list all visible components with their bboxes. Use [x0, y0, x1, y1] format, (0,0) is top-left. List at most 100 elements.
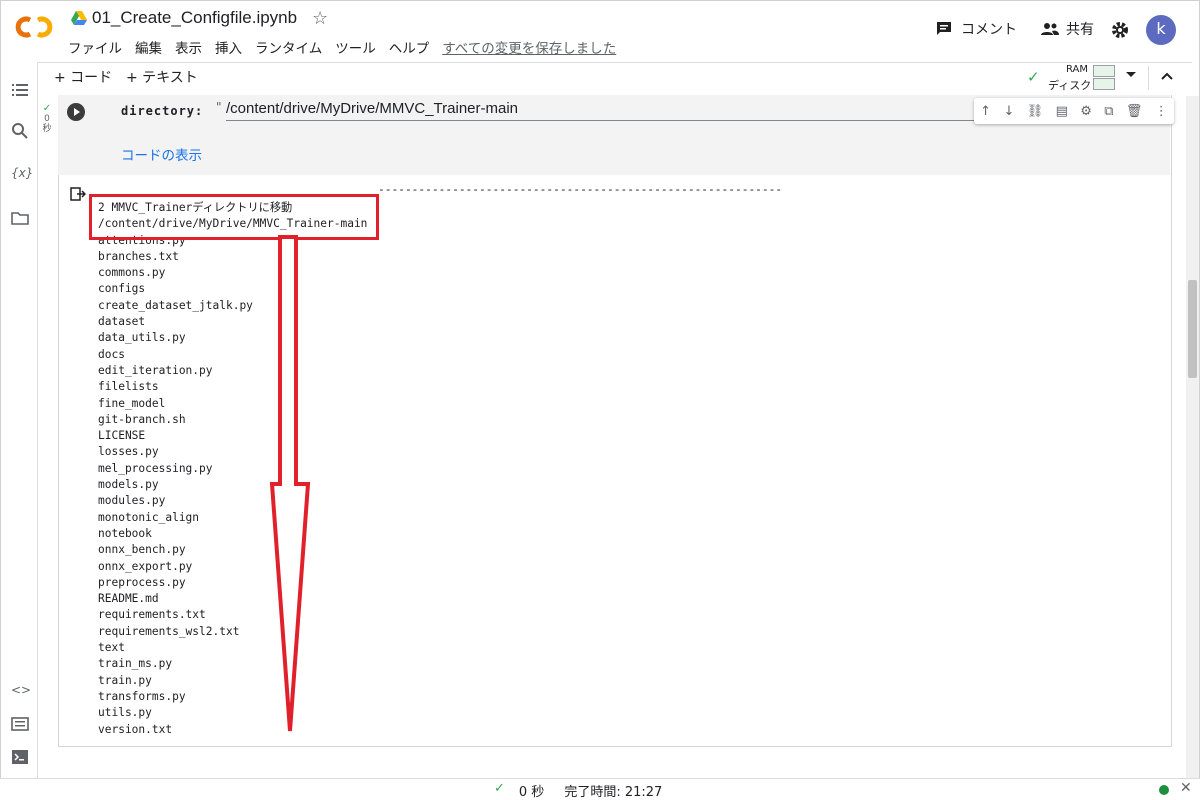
chevron-up-icon[interactable]	[1161, 72, 1173, 80]
more-vert-icon[interactable]: ⋮	[1155, 104, 1168, 119]
add-text-button[interactable]: + テキスト	[126, 67, 198, 87]
output-line: notebook	[98, 526, 152, 540]
move-up-icon[interactable]: ↑	[980, 104, 991, 119]
output-line: requirements.txt	[98, 608, 206, 622]
code-snippets-icon[interactable]: <>	[11, 683, 31, 701]
output-line: filelists	[98, 380, 159, 394]
status-completed: 完了時間: 21:27	[564, 785, 663, 800]
comment-button[interactable]: コメント	[935, 19, 1017, 39]
folder-icon[interactable]	[11, 209, 29, 227]
scrollbar-thumb[interactable]	[1188, 280, 1197, 378]
menu-edit[interactable]: 編集	[135, 37, 162, 57]
add-code-button[interactable]: + コード	[54, 67, 112, 87]
cell-output: 2 MMVC_Trainerディレクトリに移動/content/drive/My…	[98, 200, 367, 738]
output-line: edit_iteration.py	[98, 363, 213, 377]
colab-logo[interactable]	[14, 12, 54, 42]
down-arrow-annotation	[269, 235, 311, 732]
cell-action-toolbar: ↑ ↓ ⛓ ▤ ⚙ ⧉ 🗑 ⋮	[974, 98, 1174, 124]
output-line: text	[98, 641, 125, 655]
drive-icon[interactable]	[71, 11, 87, 25]
run-cell-button[interactable]	[67, 103, 85, 121]
table-of-contents-icon[interactable]	[11, 81, 29, 99]
output-line: create_dataset_jtalk.py	[98, 298, 253, 312]
output-line: LICENSE	[98, 429, 146, 443]
people-icon	[1041, 23, 1059, 35]
output-line: train.py	[98, 673, 152, 687]
search-icon[interactable]	[11, 122, 29, 140]
output-line: README.md	[98, 592, 159, 606]
menu-runtime[interactable]: ランタイム	[255, 37, 322, 57]
save-status-link[interactable]: すべての変更を保存しました	[442, 37, 616, 57]
status-check-icon: ✓	[494, 781, 505, 796]
menu-tools[interactable]: ツール	[335, 37, 376, 57]
output-line: fine_model	[98, 396, 166, 410]
menu-help[interactable]: ヘルプ	[389, 37, 430, 57]
mirror-cell-icon[interactable]: ⧉	[1104, 104, 1113, 119]
output-line: version.txt	[98, 722, 173, 736]
output-separator: ----------------------------------------…	[378, 183, 783, 196]
menu-insert[interactable]: 挿入	[215, 37, 242, 57]
status-elapsed: 0 秒	[518, 785, 545, 800]
param-quote-mark: "	[216, 100, 222, 114]
comment-icon	[937, 22, 951, 35]
toolbar-divider	[37, 62, 1192, 63]
comment-label: コメント	[961, 22, 1017, 38]
highlight-box	[89, 194, 379, 240]
comment-cell-icon[interactable]: ▤	[1056, 104, 1068, 119]
output-line: docs	[98, 347, 125, 361]
output-line: train_ms.py	[98, 657, 173, 671]
link-icon[interactable]: ⛓	[1027, 104, 1044, 119]
output-icon[interactable]	[70, 187, 86, 201]
menu-file[interactable]: ファイル	[68, 37, 122, 57]
output-line: configs	[98, 282, 146, 296]
share-label: 共有	[1066, 22, 1094, 38]
status-info[interactable]: ✓ 0 秒 完了時間: 21:27	[494, 781, 662, 800]
terminal-icon[interactable]	[11, 748, 29, 766]
connection-status-dot[interactable]	[1159, 785, 1169, 795]
output-line: onnx_bench.py	[98, 543, 186, 557]
output-line: losses.py	[98, 445, 159, 459]
disk-label: ディスク	[1048, 79, 1092, 92]
delete-icon[interactable]: 🗑	[1126, 104, 1143, 119]
notebook-title[interactable]: 01_Create_Configfile.ipynb	[92, 8, 297, 28]
output-line: transforms.py	[98, 689, 186, 703]
menu-view[interactable]: 表示	[175, 37, 202, 57]
ram-bar	[1093, 65, 1115, 77]
cell-settings-icon[interactable]: ⚙	[1080, 104, 1092, 119]
output-line: git-branch.sh	[98, 412, 186, 426]
gear-icon[interactable]	[1111, 21, 1129, 39]
output-line: commons.py	[98, 266, 166, 280]
share-button[interactable]: 共有	[1040, 19, 1094, 39]
output-line: mel_processing.py	[98, 461, 213, 475]
status-bar: ✓ 0 秒 完了時間: 21:27 ✕	[0, 778, 1200, 800]
output-line: utils.py	[98, 706, 152, 720]
output-line: branches.txt	[98, 249, 179, 263]
variables-icon[interactable]: {x}	[11, 166, 33, 184]
disk-bar	[1093, 78, 1115, 90]
chevron-down-icon[interactable]	[1126, 72, 1136, 77]
resource-indicator[interactable]: ✓ RAM ディスク	[1027, 64, 1120, 92]
move-down-icon[interactable]: ↓	[1003, 104, 1014, 119]
param-label: directory:	[121, 104, 204, 118]
left-sidebar: {x} <>	[0, 63, 38, 778]
show-code-link[interactable]: コードの表示	[121, 144, 202, 164]
toolbar-separator	[1148, 66, 1149, 90]
output-line: dataset	[98, 315, 146, 329]
connected-check-icon: ✓	[1027, 68, 1040, 86]
output-line: preprocess.py	[98, 575, 186, 589]
close-icon[interactable]: ✕	[1180, 780, 1192, 796]
output-line: monotonic_align	[98, 510, 200, 524]
output-line: requirements_wsl2.txt	[98, 624, 240, 638]
output-line: models.py	[98, 478, 159, 492]
menu-bar: ファイル 編集 表示 挿入 ランタイム ツール ヘルプ すべての変更を保存しまし…	[68, 37, 616, 57]
output-line: modules.py	[98, 494, 166, 508]
command-palette-icon[interactable]	[11, 715, 29, 733]
output-line: data_utils.py	[98, 331, 186, 345]
star-icon[interactable]: ☆	[312, 8, 328, 29]
output-line: onnx_export.py	[98, 559, 193, 573]
avatar[interactable]: k	[1146, 15, 1176, 45]
vertical-scrollbar[interactable]	[1186, 96, 1199, 778]
exec-time: 0	[44, 114, 50, 124]
execution-status: ✓ 0 秒	[40, 103, 54, 135]
success-check-icon: ✓	[42, 103, 52, 114]
